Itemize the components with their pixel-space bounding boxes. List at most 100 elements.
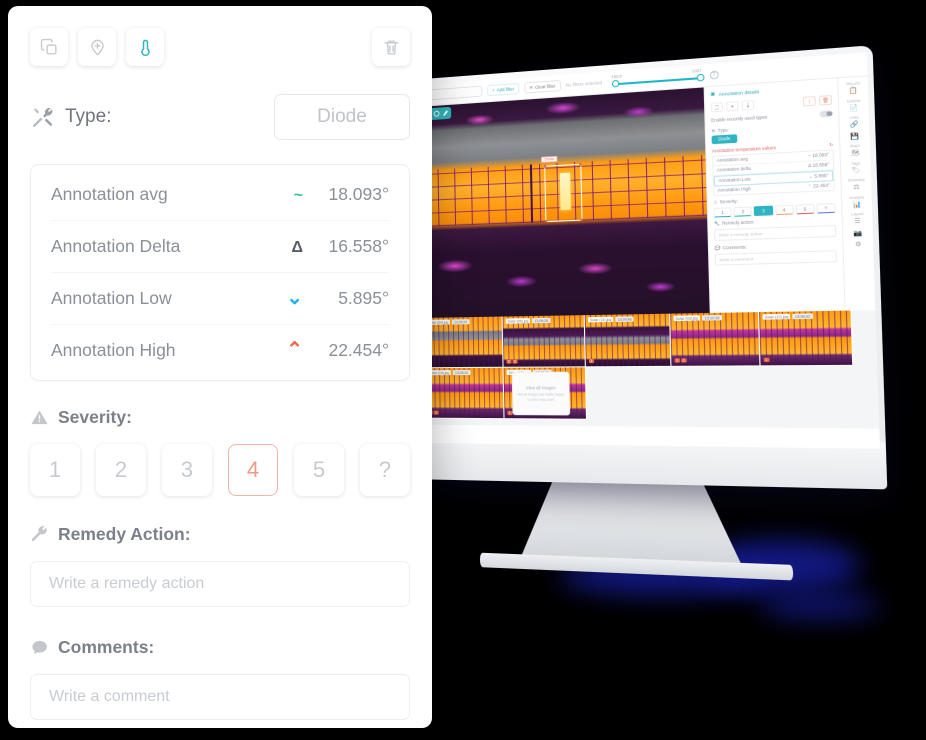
row-label: Annotation Low: [718, 176, 751, 184]
rail-item-maps[interactable]: Maps 🗺: [840, 143, 870, 158]
severity-label: Severity:: [58, 407, 132, 427]
add-filter-button[interactable]: + Add filter: [487, 82, 520, 97]
alert-icon[interactable]: !: [802, 96, 816, 107]
value-number: 16.558°: [328, 236, 389, 256]
value-right: ⌄ 5.895°: [286, 288, 389, 309]
copy-icon[interactable]: 🗋: [710, 102, 724, 113]
comment-input[interactable]: Write a comment: [30, 674, 410, 720]
settings-icon: ⚙: [855, 241, 862, 249]
summary-icon: ⚖: [853, 184, 860, 192]
list-item[interactable]: Solar (03).jpg 13:10:18 1 2: [670, 312, 761, 367]
low-indicator-icon: ⌄: [286, 287, 303, 309]
panel-type-chip[interactable]: Diode: [711, 133, 738, 144]
severity-option-4[interactable]: 4: [228, 444, 278, 496]
severity-option-4[interactable]: 4: [774, 204, 794, 215]
slider-knob-min[interactable]: [611, 79, 619, 88]
type-left: Type:: [30, 105, 111, 130]
add-location-button[interactable]: [78, 28, 116, 66]
table-row: Annotation High ⌃ 22.454°: [51, 325, 389, 376]
list-item[interactable]: Solar (06).jpg 13:06:28 2 3: [502, 315, 586, 368]
rail-item-reports[interactable]: Reports 📋: [838, 81, 868, 96]
type-value-button[interactable]: Diode: [274, 94, 410, 140]
thumbnail-time: 13:06:28: [532, 317, 551, 324]
thermal-image-canvas[interactable]: ‹ Diode: [420, 87, 710, 318]
thumbnail-name: Solar (06).jpg: [505, 318, 531, 324]
delete-button[interactable]: [372, 28, 410, 66]
rail-item-defects[interactable]: Defects 📄: [839, 98, 869, 113]
image-filmstrip[interactable]: Solar (04).jpg 13:06:04 3 Solar (06).jpg…: [423, 310, 880, 429]
thumbnail-name: Solar (12).jpg: [762, 313, 791, 320]
severity-option-3[interactable]: 3: [754, 205, 773, 216]
list-item[interactable]: Solar (12).jpg 13:06:02 1: [759, 310, 854, 367]
selected-annotation-box[interactable]: [544, 163, 583, 223]
thumbnail-badges: 3: [588, 358, 594, 364]
rail-item-summary[interactable]: Summary ⚖: [841, 177, 871, 192]
wrench-icon: 🔧: [713, 220, 720, 226]
trash-icon: [382, 38, 401, 57]
annotation-handle[interactable]: [544, 165, 547, 168]
severity-option-3[interactable]: 3: [162, 444, 212, 496]
table-row: Annotation avg ~ 18.093°: [51, 169, 389, 221]
app-search-input[interactable]: [425, 85, 483, 101]
panel-tools: 🗋 ● 🌡 ! 🗑: [710, 94, 833, 113]
remedy-header: Remedy Action:: [30, 524, 410, 545]
slider-knob-max[interactable]: [696, 73, 704, 82]
close-icon: ✕: [529, 84, 534, 90]
severity-option-1[interactable]: 1: [30, 444, 80, 496]
rail-item-settings[interactable]: ⚙: [843, 240, 873, 249]
rail-item-links[interactable]: Links 🔗: [840, 115, 870, 130]
circle-icon[interactable]: [433, 110, 440, 117]
annotation-icon: ▣: [710, 90, 716, 97]
rail-item-save[interactable]: 💾: [840, 132, 870, 141]
severity-option-unknown[interactable]: ?: [360, 444, 410, 496]
clear-filter-button[interactable]: ✕ Clear filter: [524, 79, 561, 94]
status-badge: 2: [681, 357, 687, 363]
thermometer-icon: [136, 38, 155, 57]
rail-item-layout[interactable]: Layout ☰: [843, 211, 873, 226]
clear-filter-label: Clear filter: [534, 83, 556, 90]
trash-icon[interactable]: 🗑: [819, 94, 833, 106]
annotation-handle[interactable]: [578, 163, 582, 167]
pen-icon[interactable]: [442, 110, 448, 116]
severity-option-5[interactable]: 5: [294, 444, 344, 496]
rail-item-tags[interactable]: Tags 🏷: [841, 160, 871, 175]
annotation-handle[interactable]: [545, 219, 548, 223]
recent-types-toggle[interactable]: [819, 110, 833, 117]
value-label: Annotation avg: [51, 184, 168, 204]
severity-header: Severity:: [30, 407, 410, 428]
row-label: Annotation delta: [716, 165, 751, 173]
status-badge: 3: [512, 358, 518, 364]
row-label: Annotation avg: [716, 156, 748, 164]
view-all-images-tooltip[interactable]: View all images Not all images are visib…: [511, 371, 571, 416]
list-item[interactable]: Solar (11).jpg 13:04:46 3: [584, 313, 672, 368]
value-label: Annotation Delta: [51, 236, 181, 256]
annotation-handle[interactable]: [580, 218, 583, 221]
panel-comments-row: 💬 Comments:: [715, 241, 837, 251]
list-item[interactable]: Solar (14).jpg 13:08:20 1 1: [424, 367, 505, 420]
thermometer-icon[interactable]: 🌡: [741, 100, 755, 111]
rail-item-images[interactable]: 📷: [843, 229, 873, 238]
rail-item-analysis[interactable]: Analysis 📊: [842, 194, 872, 209]
remedy-action-input[interactable]: Write a remedy action: [30, 561, 410, 607]
severity-option-5[interactable]: 5: [795, 203, 815, 214]
refresh-icon[interactable]: ↻: [829, 141, 833, 147]
severity-option-1[interactable]: 1: [713, 206, 732, 218]
thumbnail-label: Solar (14).jpg 13:08:20: [427, 369, 471, 376]
map-pin-add-icon[interactable]: ●: [726, 101, 739, 112]
list-item[interactable]: Solar (04).jpg 13:06:04 3: [423, 316, 504, 369]
defect-icon: 📄: [849, 104, 859, 112]
severity-option-unknown[interactable]: ?: [816, 202, 836, 214]
thumbnail-badges: 1: [763, 357, 770, 363]
severity-option-2[interactable]: 2: [96, 444, 146, 496]
panel-comments-input[interactable]: Write a comment: [714, 249, 838, 266]
duplicate-button[interactable]: [30, 28, 68, 66]
copy-icon: [40, 38, 59, 57]
monitor-body: + Add filter ✕ Clear filter No filters s…: [414, 45, 888, 490]
severity-option-2[interactable]: 2: [733, 205, 753, 217]
temperature-button[interactable]: [126, 28, 164, 66]
value-label: Annotation High: [51, 340, 176, 360]
panel-remedy-input[interactable]: Write a remedy action: [714, 224, 837, 241]
help-circle-icon[interactable]: ?: [709, 70, 719, 80]
status-badge: 1: [507, 410, 513, 416]
temperature-range-slider[interactable]: 150.5 1037: [611, 67, 704, 89]
